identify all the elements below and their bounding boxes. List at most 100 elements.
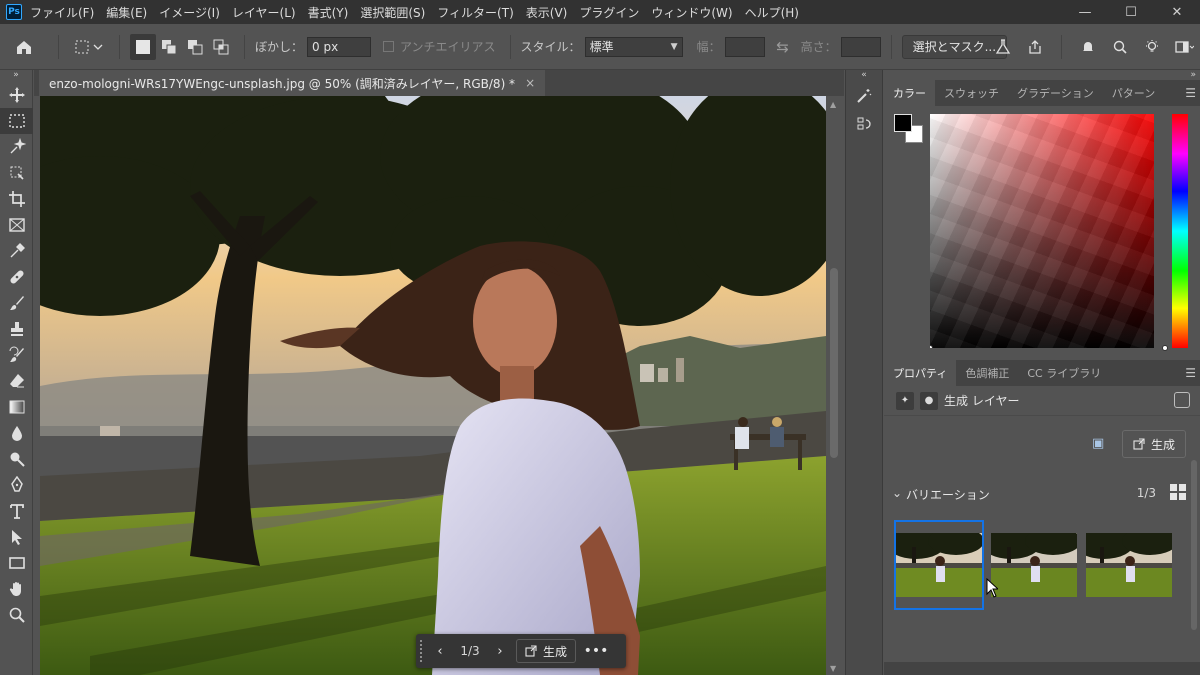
- grid-view-icon[interactable]: [1170, 484, 1186, 500]
- more-options-icon[interactable]: •••: [580, 643, 612, 659]
- intersect-selection-icon[interactable]: [208, 39, 234, 55]
- subtract-selection-icon[interactable]: [182, 39, 208, 55]
- bell-icon[interactable]: [1072, 39, 1104, 55]
- path-select-icon[interactable]: [0, 524, 33, 550]
- menu-edit[interactable]: 編集(E): [106, 4, 147, 21]
- eraser-icon[interactable]: [0, 368, 33, 394]
- color-panel: [884, 106, 1200, 352]
- menu-layer[interactable]: レイヤー(L): [232, 4, 296, 21]
- lightbulb-icon[interactable]: [1136, 39, 1168, 55]
- collapse-panels-icon[interactable]: »: [884, 70, 1200, 80]
- marquee-preset-icon[interactable]: [69, 39, 109, 55]
- style-select[interactable]: 標準 ▼: [584, 36, 683, 57]
- blur-icon[interactable]: [0, 420, 33, 446]
- foreground-color-swatch[interactable]: [894, 114, 912, 132]
- properties-scrollbar[interactable]: [1190, 420, 1198, 640]
- swap-dimensions-icon[interactable]: ⇆: [765, 38, 801, 56]
- height-input[interactable]: [840, 36, 881, 57]
- tab-color[interactable]: カラー: [884, 80, 935, 106]
- brush-icon[interactable]: [0, 290, 33, 316]
- scroll-up-icon[interactable]: ▲: [830, 100, 836, 109]
- scrollbar-thumb[interactable]: [1191, 460, 1197, 630]
- scrollbar-thumb[interactable]: [830, 268, 838, 458]
- scroll-down-icon[interactable]: ▼: [830, 664, 836, 673]
- tab-properties[interactable]: プロパティ: [884, 360, 957, 386]
- menu-window[interactable]: ウィンドウ(W): [651, 4, 732, 21]
- menu-view[interactable]: 表示(V): [526, 4, 568, 21]
- panel-menu-icon[interactable]: ☰: [1185, 366, 1196, 380]
- rectangle-icon[interactable]: [0, 550, 33, 576]
- color-panel-tabs: カラー スウォッチ グラデーション パターン ☰: [884, 80, 1200, 106]
- width-input[interactable]: [724, 36, 765, 57]
- drag-handle[interactable]: [420, 640, 428, 662]
- variation-image: [1086, 533, 1172, 597]
- pen-icon[interactable]: [0, 472, 33, 498]
- home-icon[interactable]: [0, 38, 48, 56]
- frame-icon[interactable]: [0, 212, 33, 238]
- history-brush-icon[interactable]: [0, 342, 33, 368]
- menu-help[interactable]: ヘルプ(H): [745, 4, 799, 21]
- menu-type[interactable]: 書式(Y): [308, 4, 349, 21]
- taskbar-generate-button[interactable]: 生成: [516, 639, 577, 663]
- zoom-icon[interactable]: [0, 602, 33, 628]
- properties-panel-tabs: プロパティ 色調補正 CC ライブラリ ☰: [884, 360, 1200, 386]
- share-icon[interactable]: [1019, 39, 1051, 55]
- menu-file[interactable]: ファイル(F): [30, 4, 94, 21]
- color-picker-field[interactable]: [930, 114, 1154, 348]
- hand-icon[interactable]: [0, 576, 33, 602]
- tab-swatches[interactable]: スウォッチ: [935, 80, 1008, 106]
- expand-panels-icon[interactable]: «: [846, 70, 882, 82]
- eyedropper-icon[interactable]: [0, 238, 33, 264]
- new-selection-icon[interactable]: [130, 33, 156, 60]
- workspace-icon[interactable]: [1168, 39, 1200, 55]
- layer-options-icon[interactable]: [1174, 392, 1190, 408]
- reference-image-icon[interactable]: ▣: [1092, 436, 1110, 452]
- history-panel-icon[interactable]: [846, 110, 882, 138]
- color-picker-knob[interactable]: [930, 345, 933, 348]
- collapse-toolbar-icon[interactable]: »: [0, 70, 32, 82]
- menu-filter[interactable]: フィルター(T): [437, 4, 513, 21]
- variation-thumbnail-1[interactable]: [894, 520, 984, 610]
- stamp-icon[interactable]: [0, 316, 33, 342]
- prev-variation-button[interactable]: ‹: [428, 644, 452, 659]
- healing-brush-icon[interactable]: [0, 264, 33, 290]
- panel-menu-icon[interactable]: ☰: [1185, 86, 1196, 100]
- variation-thumbnail-2[interactable]: [989, 520, 1079, 610]
- flask-icon[interactable]: [987, 39, 1019, 55]
- crop-icon[interactable]: [0, 186, 33, 212]
- tab-adjustments[interactable]: 色調補正: [956, 360, 1018, 386]
- tab-gradients[interactable]: グラデーション: [1008, 80, 1103, 106]
- add-selection-icon[interactable]: [156, 39, 182, 55]
- tab-patterns[interactable]: パターン: [1103, 80, 1164, 106]
- magic-wand-panel-icon[interactable]: [846, 82, 882, 110]
- minimize-button[interactable]: —: [1062, 0, 1108, 24]
- canvas[interactable]: [40, 96, 826, 675]
- menu-plugins[interactable]: プラグイン: [579, 4, 639, 21]
- maximize-button[interactable]: ☐: [1108, 0, 1154, 24]
- variation-counter: 1/3: [460, 644, 480, 658]
- document-tab[interactable]: enzo-mologni-WRs17YWEngc-unsplash.jpg @ …: [39, 70, 546, 96]
- chevron-down-icon[interactable]: ⌄: [892, 486, 902, 500]
- close-tab-icon[interactable]: ×: [525, 76, 535, 90]
- generate-button[interactable]: 生成: [1121, 430, 1186, 458]
- menu-image[interactable]: イメージ(I): [159, 4, 220, 21]
- tab-cc-libraries[interactable]: CC ライブラリ: [1018, 360, 1110, 386]
- antialias-checkbox[interactable]: [383, 41, 395, 52]
- object-select-icon[interactable]: [0, 134, 33, 160]
- dodge-icon[interactable]: [0, 446, 33, 472]
- next-variation-button[interactable]: ›: [488, 644, 512, 659]
- hue-slider-knob[interactable]: [1162, 345, 1168, 351]
- feather-input[interactable]: 0 px: [307, 36, 372, 57]
- next-panel-tabs: [884, 662, 1200, 675]
- gradient-icon[interactable]: [0, 394, 33, 420]
- search-icon[interactable]: [1104, 39, 1136, 55]
- crop-frame-icon[interactable]: [0, 160, 33, 186]
- menu-select[interactable]: 選択範囲(S): [360, 4, 425, 21]
- close-window-button[interactable]: ✕: [1154, 0, 1200, 24]
- canvas-scrollbar[interactable]: ▲ ▼: [826, 96, 844, 675]
- type-icon[interactable]: [0, 498, 33, 524]
- variation-thumbnail-3[interactable]: [1084, 520, 1174, 610]
- marquee-icon[interactable]: [0, 108, 33, 134]
- hue-slider[interactable]: [1162, 114, 1188, 351]
- move-icon[interactable]: [0, 82, 33, 108]
